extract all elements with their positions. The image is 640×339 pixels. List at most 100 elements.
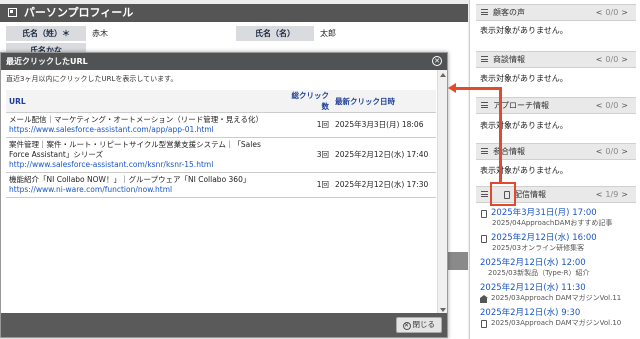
scroll-up-icon[interactable] <box>440 73 446 77</box>
prev-icon[interactable]: < <box>596 147 603 156</box>
profile-icon <box>8 8 17 17</box>
modal-title-bar: 最近クリックしたURL ✕ <box>1 53 447 70</box>
panel-title: 顧客の声 <box>493 8 525 17</box>
panel-page: 0/0 <box>605 101 619 110</box>
pointer-icon <box>480 234 488 243</box>
url-table: URL 総クリック数 最新クリック日時 メール配信｜マーケティング・オートメーシ… <box>6 90 436 198</box>
panel-page: 1/9 <box>605 190 619 199</box>
modal-title: 最近クリックしたURL <box>6 57 88 66</box>
panel-pager: <0/0 > <box>593 52 631 67</box>
panel-pager: <1/9 > <box>593 187 631 202</box>
panel-page: 0/0 <box>605 147 619 156</box>
pointer-icon <box>480 319 488 328</box>
last-name-label: 氏名（姓）＊ <box>6 26 86 41</box>
menu-icon[interactable] <box>481 148 488 154</box>
delivery-subject: 2025/03Approach DAMマガジンVol.10 <box>491 319 622 327</box>
row-link[interactable]: https://www.ni-ware.com/function/now.htm… <box>9 185 283 195</box>
close-icon[interactable]: ✕ <box>432 56 442 66</box>
last-name-value: 赤木 <box>92 29 108 38</box>
menu-icon[interactable] <box>481 102 488 108</box>
profile-scroll-strip <box>446 252 468 270</box>
row-title: 案件管理｜案件・ルート・リピートサイクル型営業支援システム｜「Sales For… <box>9 140 261 159</box>
annotation-arrow-vertical <box>499 87 502 183</box>
row-count: 1回 <box>286 172 332 198</box>
next-icon[interactable]: > <box>621 147 628 156</box>
panel-header-deals: 商談情報 <0/0 > <box>476 51 636 68</box>
building-icon <box>480 294 488 303</box>
first-name-value: 太郎 <box>320 29 336 38</box>
row-url-cell: 機能紹介「NI Collabo NOW！」｜グループウェア「NI Collabo… <box>6 172 286 198</box>
delivery-item[interactable]: 2025年2月12日(水) 9:30 2025/03Approach DAMマガ… <box>480 308 634 328</box>
menu-icon[interactable] <box>481 56 488 62</box>
panel-page: 0/0 <box>605 8 619 17</box>
prev-icon[interactable]: < <box>596 55 603 64</box>
panel-empty-text: 表示対象がありません。 <box>480 74 568 83</box>
delivery-item[interactable]: 2025年2月12日(水) 12:00 2025/03新製品（Type-R）紹介 <box>480 258 634 278</box>
delivery-item[interactable]: 2025年3月31日(月) 17:00 2025/04ApproachDAMおす… <box>480 208 634 228</box>
modal-scrollbar[interactable] <box>437 70 447 315</box>
next-icon[interactable]: > <box>621 190 628 199</box>
panel-title: 参合情報 <box>493 147 525 156</box>
next-icon[interactable]: > <box>621 55 628 64</box>
row-last-click: 2025年2月12日(水) 17:30 <box>332 172 436 198</box>
delivery-item[interactable]: 2025年2月12日(水) 16:00 2025/03オンライン研修集客 <box>480 233 634 253</box>
col-url[interactable]: URL <box>6 90 286 113</box>
row-last-click: 2025年3月3日(月) 18:06 <box>332 112 436 138</box>
delivery-date[interactable]: 2025年2月12日(水) 16:00 <box>491 233 597 244</box>
delivery-subject: 2025/03新製品（Type-R）紹介 <box>488 269 590 277</box>
delivery-date[interactable]: 2025年3月31日(月) 17:00 <box>491 208 597 219</box>
close-circle-icon: ✕ <box>402 322 411 330</box>
profile-title: パーソンプロフィール <box>23 6 134 19</box>
row-count: 1回 <box>286 112 332 138</box>
row-title: 機能紹介「NI Collabo NOW！」｜グループウェア「NI Collabo… <box>9 175 251 184</box>
next-icon[interactable]: > <box>621 101 628 110</box>
delivery-subject: 2025/03Approach DAMマガジンVol.11 <box>491 294 622 302</box>
panel-empty-text: 表示対象がありません。 <box>480 166 568 175</box>
delivery-subject: 2025/04ApproachDAMおすすめ記事 <box>492 219 613 227</box>
menu-icon[interactable] <box>481 9 488 15</box>
pointer-icon <box>480 209 488 218</box>
panel-pager: <0/0 > <box>593 98 631 113</box>
panel-pager: <0/0 > <box>593 5 631 20</box>
modal-description: 直近3ヶ月以内にクリックしたURLを表示しています。 <box>6 75 178 83</box>
panel-header-voice: 顧客の声 <0/0 > <box>476 4 636 21</box>
panel-title: 商談情報 <box>493 55 525 64</box>
col-last[interactable]: 最新クリック日時 <box>332 90 436 113</box>
delivery-subject: 2025/03オンライン研修集客 <box>492 244 585 252</box>
delivery-item[interactable]: 2025年2月12日(水) 11:30 2025/03Approach DAMマ… <box>480 283 634 303</box>
row-link[interactable]: http://www.salesforce-assistant.com/ksnr… <box>9 160 283 170</box>
next-icon[interactable]: > <box>621 8 628 17</box>
row-url-cell: 案件管理｜案件・ルート・リピートサイクル型営業支援システム｜「Sales For… <box>6 137 286 173</box>
prev-icon[interactable]: < <box>596 8 603 17</box>
annotation-arrow-horizontal <box>455 87 502 90</box>
menu-icon[interactable] <box>481 191 488 197</box>
table-row: メール配信｜マーケティング・オートメーション（リード管理・見える化） https… <box>6 112 436 138</box>
panel-page: 0/0 <box>605 55 619 64</box>
prev-icon[interactable]: < <box>596 101 603 110</box>
row-count: 3回 <box>286 137 332 173</box>
row-link[interactable]: https://www.salesforce-assistant.com/app… <box>9 125 283 135</box>
row-title: メール配信｜マーケティング・オートメーション（リード管理・見える化） <box>9 115 264 124</box>
row-url-cell: メール配信｜マーケティング・オートメーション（リード管理・見える化） https… <box>6 112 286 138</box>
first-name-label: 氏名（名） <box>236 26 314 41</box>
table-header-row: URL 総クリック数 最新クリック日時 <box>6 90 436 113</box>
recent-url-modal: 最近クリックしたURL ✕ 直近3ヶ月以内にクリックしたURLを表示しています。… <box>0 52 448 338</box>
annotation-highlight-box <box>490 182 516 206</box>
panel-empty-text: 表示対象がありません。 <box>480 121 568 130</box>
prev-icon[interactable]: < <box>596 190 603 199</box>
delivery-date[interactable]: 2025年2月12日(水) 11:30 <box>480 283 586 294</box>
table-row: 機能紹介「NI Collabo NOW！」｜グループウェア「NI Collabo… <box>6 172 436 198</box>
row-last-click: 2025年2月12日(水) 17:40 <box>332 137 436 173</box>
panel-pager: <0/0 > <box>593 144 631 159</box>
close-button[interactable]: ✕ 閉じる <box>395 317 442 333</box>
delivery-date[interactable]: 2025年2月12日(水) 9:30 <box>480 308 580 319</box>
close-button-label: 閉じる <box>412 320 436 329</box>
col-count[interactable]: 総クリック数 <box>286 90 332 113</box>
panel-empty-text: 表示対象がありません。 <box>480 26 568 35</box>
scroll-down-icon[interactable] <box>440 308 446 312</box>
panel-title: 配信情報 <box>514 190 546 199</box>
annotation-arrow-head <box>448 83 456 93</box>
delivery-date[interactable]: 2025年2月12日(水) 12:00 <box>480 258 586 269</box>
table-row: 案件管理｜案件・ルート・リピートサイクル型営業支援システム｜「Sales For… <box>6 137 436 173</box>
kana-label: 氏名かな <box>6 43 86 52</box>
